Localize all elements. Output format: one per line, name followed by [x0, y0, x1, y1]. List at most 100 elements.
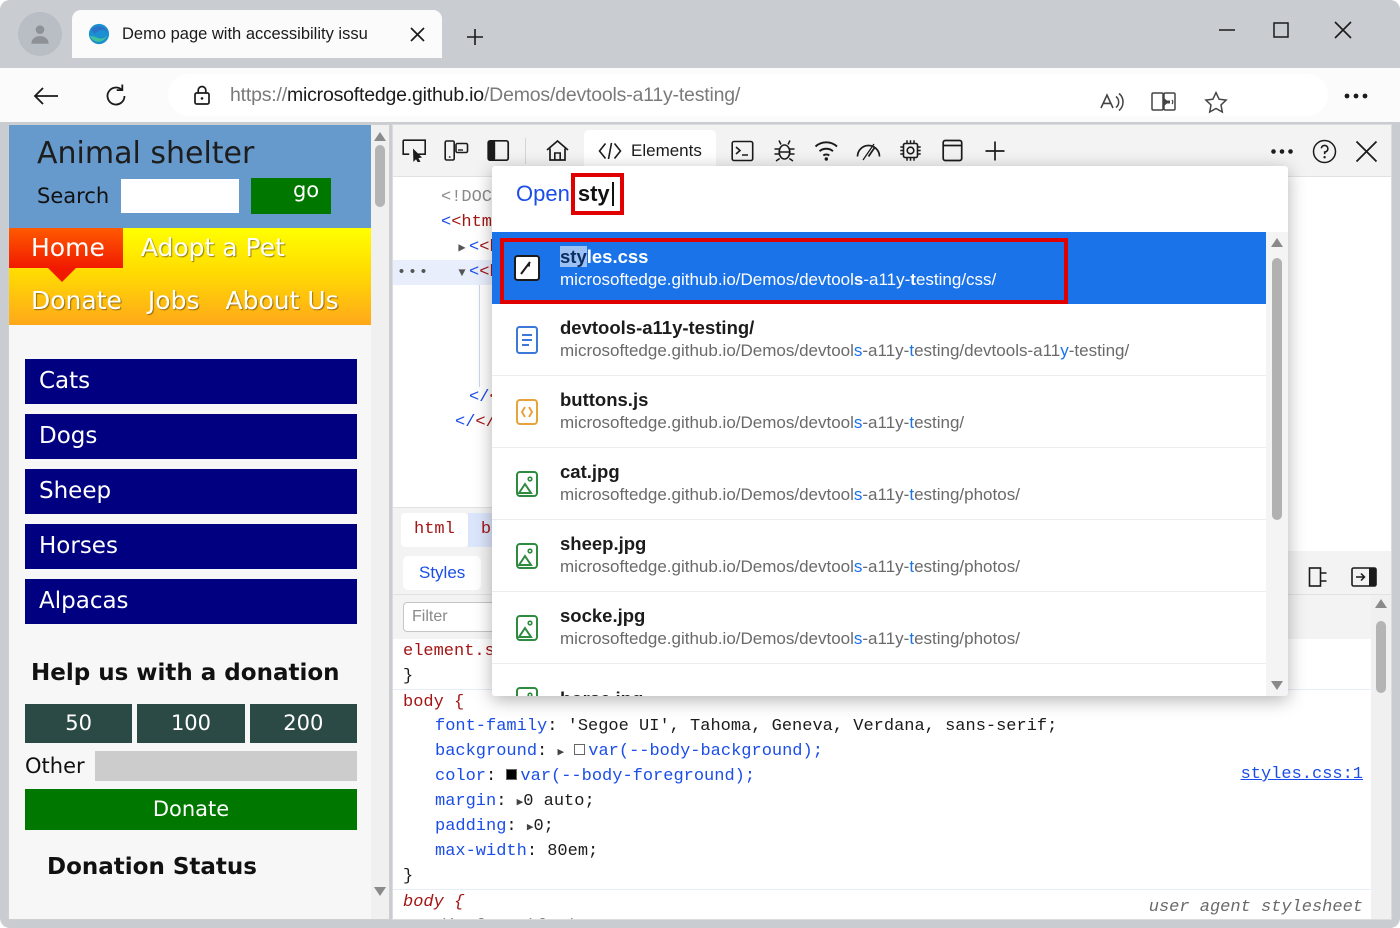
command-menu-item-subtitle: microsoftedge.github.io/Demos/devtools-a… [560, 484, 1020, 507]
donation-status-heading: Donation Status [47, 854, 357, 880]
url-path: /Demos/devtools-a11y-testing/ [484, 84, 740, 106]
css-body-close: } [393, 864, 1391, 889]
animal-category-cats[interactable]: Cats [25, 359, 357, 404]
command-menu-item-sheep-jpg[interactable]: sheep.jpg microsoftedge.github.io/Demos/… [492, 520, 1288, 592]
css-decl-padding[interactable]: padding: ▶0; [393, 814, 1391, 839]
command-menu-input[interactable]: sty [578, 181, 610, 207]
command-menu-item-subtitle: microsoftedge.github.io/Demos/devtools-a… [560, 628, 1020, 651]
animal-category-dogs[interactable]: Dogs [25, 414, 357, 459]
device-emulation-button[interactable] [435, 130, 477, 172]
plus-icon [984, 140, 1006, 162]
reload-icon [103, 83, 129, 109]
script-icon [508, 393, 546, 431]
back-arrow-icon [33, 85, 59, 107]
stylesheet-icon [508, 249, 546, 287]
nav-home-label: Home [31, 233, 105, 262]
favorite-button[interactable] [1196, 84, 1236, 120]
nav-item-adopt[interactable]: Adopt a Pet [123, 228, 285, 262]
scroll-down-icon[interactable] [374, 887, 386, 899]
address-bar[interactable]: https://microsoftedge.github.io/Demos/de… [168, 74, 1328, 116]
scroll-up-icon[interactable] [374, 129, 386, 141]
donation-amount-100[interactable]: 100 [137, 704, 244, 743]
nav-item-jobs[interactable]: Jobs [148, 286, 200, 315]
scrollbar-thumb[interactable] [1272, 258, 1282, 520]
nav-row-primary: Home Adopt a Pet [9, 228, 373, 280]
animal-category-sheep[interactable]: Sheep [25, 469, 357, 514]
image-icon [508, 681, 546, 697]
command-menu-item-texts: socke.jpg microsoftedge.github.io/Demos/… [560, 604, 1020, 651]
devtools-close-button[interactable] [1345, 130, 1387, 172]
command-menu-item-devtools-a11y-testing[interactable]: devtools-a11y-testing/ microsoftedge.git… [492, 304, 1288, 376]
back-button[interactable] [26, 78, 66, 114]
donation-amount-50[interactable]: 50 [25, 704, 132, 743]
css-decl-font-family[interactable]: font-family: 'Segoe UI', Tahoma, Geneva,… [393, 714, 1391, 739]
command-menu-prefix: Open [516, 181, 570, 207]
command-menu-item-styles-css[interactable]: styles.css microsoftedge.github.io/Demos… [492, 232, 1288, 304]
scrollbar-thumb[interactable] [1376, 621, 1386, 693]
browser-window: Demo page with accessibility issu [0, 0, 1400, 928]
nav-item-home[interactable]: Home [9, 228, 123, 268]
donate-button[interactable]: Donate [25, 789, 357, 830]
devtools-help-button[interactable] [1303, 130, 1345, 172]
donation-other-row: Other [25, 751, 357, 781]
edge-favicon [88, 23, 110, 45]
tab-title: Demo page with accessibility issu [122, 25, 402, 44]
tab-styles[interactable]: Styles [403, 556, 481, 590]
minimize-button[interactable] [1200, 6, 1254, 54]
animal-category-horses[interactable]: Horses [25, 524, 357, 569]
browser-tab[interactable]: Demo page with accessibility issu [72, 10, 442, 58]
page-scrollbar[interactable] [371, 125, 389, 920]
stylesheet-source-link[interactable]: styles.css:1 [1241, 765, 1363, 784]
scroll-up-icon[interactable] [1271, 238, 1283, 247]
scroll-up-icon[interactable] [1375, 599, 1387, 608]
command-menu-item-cat-jpg[interactable]: cat.jpg microsoftedge.github.io/Demos/de… [492, 448, 1288, 520]
ellipsis-icon [1270, 148, 1294, 155]
immersive-reader-button[interactable] [1144, 84, 1184, 120]
tab-close-button[interactable] [402, 19, 432, 49]
command-menu-item-socke-jpg[interactable]: socke.jpg microsoftedge.github.io/Demos/… [492, 592, 1288, 664]
reload-button[interactable] [96, 78, 136, 114]
debugger-bug-icon [773, 139, 796, 162]
styles-pane-scrollbar[interactable] [1371, 595, 1391, 920]
animal-shelter-page: Animal shelter Search go Home Adopt a Pe… [9, 125, 373, 880]
scroll-down-icon[interactable] [1271, 681, 1283, 690]
command-menu-scrollbar[interactable] [1266, 232, 1288, 696]
command-menu-results[interactable]: styles.css microsoftedge.github.io/Demos… [492, 232, 1288, 696]
new-tab-button[interactable] [455, 20, 495, 54]
maximize-button[interactable] [1254, 6, 1308, 54]
command-menu-item-subtitle: microsoftedge.github.io/Demos/devtools-a… [560, 556, 1020, 579]
command-menu-item-subtitle: microsoftedge.github.io/Demos/devtools-a… [560, 340, 1129, 363]
search-go-button[interactable]: go [251, 178, 331, 214]
inspect-element-button[interactable] [393, 130, 435, 172]
command-menu-item-buttons-js[interactable]: buttons.js microsoftedge.github.io/Demos… [492, 376, 1288, 448]
browser-settings-button[interactable] [1334, 78, 1378, 114]
css-decl-max-width[interactable]: max-width: 80em; [393, 839, 1391, 864]
command-menu-item-title: sheep.jpg [560, 532, 1020, 556]
read-aloud-button[interactable] [1092, 84, 1132, 120]
command-menu-item-title: buttons.js [560, 388, 964, 412]
device-emulation-icon [444, 139, 469, 162]
styles-layout-button[interactable] [1297, 556, 1339, 598]
color-swatch[interactable] [506, 769, 517, 780]
command-menu-item-horse-jpg[interactable]: horse.jpg [492, 664, 1288, 696]
nav-item-donate[interactable]: Donate [31, 286, 122, 315]
nav-item-about[interactable]: About Us [225, 286, 338, 315]
navigation-bar: https://microsoftedge.github.io/Demos/de… [0, 68, 1400, 122]
site-title: Animal shelter [37, 137, 359, 172]
profile-button[interactable] [18, 12, 62, 56]
image-icon [508, 537, 546, 575]
scrollbar-thumb[interactable] [375, 145, 385, 207]
styles-dock-button[interactable] [1343, 556, 1385, 598]
css-decl-margin[interactable]: margin: ▶0 auto; [393, 789, 1391, 814]
expander-icon[interactable]: ▶ [557, 747, 564, 759]
search-input[interactable] [121, 179, 239, 213]
breadcrumb-item-html[interactable]: html [401, 513, 468, 547]
site-header: Animal shelter Search go [9, 125, 373, 228]
window-close-button[interactable] [1316, 6, 1370, 54]
donation-amount-200[interactable]: 200 [250, 704, 357, 743]
color-swatch[interactable] [574, 744, 585, 755]
donation-other-input[interactable] [95, 751, 357, 781]
animal-category-alpacas[interactable]: Alpacas [25, 579, 357, 624]
search-row: Search go [37, 178, 359, 214]
css-decl-background[interactable]: background: ▶ var(--body-background); [393, 739, 1391, 764]
